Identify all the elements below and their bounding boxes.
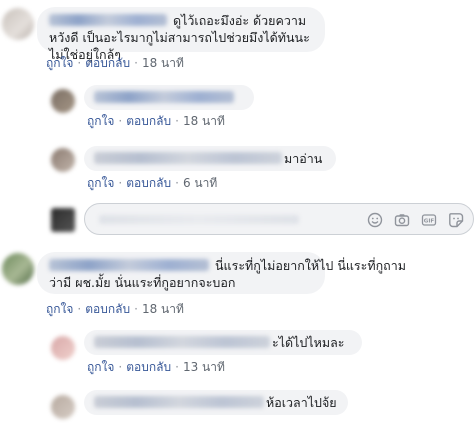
commenter-name[interactable] <box>94 396 264 408</box>
reply-composer[interactable]: GIF <box>84 203 474 235</box>
svg-text:GIF: GIF <box>424 219 435 225</box>
like-button[interactable]: ถูกใจ <box>46 56 73 70</box>
comment-text-line2: ว่ามี ผช.มั้ย นั่นแระที่กูอยากจะบอก <box>49 275 236 290</box>
reply-button[interactable]: ตอบกลับ <box>126 114 171 128</box>
avatar[interactable] <box>2 8 34 40</box>
avatar[interactable] <box>51 395 75 419</box>
avatar <box>51 208 75 232</box>
reply-text: ะได้ไปไหมละ <box>272 335 345 350</box>
reply-text: มาอ่าน <box>284 151 323 166</box>
commenter-name[interactable] <box>49 259 209 271</box>
avatar[interactable] <box>51 148 75 172</box>
sticker-icon[interactable] <box>448 212 464 228</box>
timestamp[interactable]: 18 นาที <box>142 302 184 316</box>
commenter-name[interactable] <box>94 91 234 103</box>
reply-input[interactable] <box>97 210 351 230</box>
commenter-name[interactable] <box>94 336 270 348</box>
like-button[interactable]: ถูกใจ <box>87 360 114 374</box>
timestamp[interactable]: 18 นาที <box>183 114 225 128</box>
comment-text: นี่แระที่กูไม่อยากให้ไป นี่แระที่กูถาม <box>215 258 406 273</box>
avatar[interactable] <box>51 89 75 113</box>
reply-bubble: ะได้ไปไหมละ <box>84 330 362 355</box>
comment-bubble: ดูไว้เถอะมึงอ่ะ ด้วยความหวังดี เป็นอะไรม… <box>37 7 325 62</box>
reply-actions: ถูกใจ · ตอบกลับ · 18 นาที <box>87 114 225 128</box>
timestamp[interactable]: 13 นาที <box>183 360 225 374</box>
reply-button[interactable]: ตอบกลับ <box>126 176 171 190</box>
camera-icon[interactable] <box>394 212 410 228</box>
timestamp[interactable]: 18 นาที <box>142 56 184 70</box>
timestamp[interactable]: 6 นาที <box>183 176 217 190</box>
reply-bubble: มาอ่าน <box>84 146 336 171</box>
reply-actions: ถูกใจ · ตอบกลับ · 6 นาที <box>87 176 218 190</box>
reply-button[interactable]: ตอบกลับ <box>85 56 130 70</box>
commenter-name[interactable] <box>49 14 167 26</box>
reply-button[interactable]: ตอบกลับ <box>85 302 130 316</box>
avatar[interactable] <box>51 336 75 360</box>
avatar[interactable] <box>2 253 34 285</box>
like-button[interactable]: ถูกใจ <box>87 114 114 128</box>
emoji-icon[interactable] <box>367 212 383 228</box>
reply-button[interactable]: ตอบกลับ <box>126 360 171 374</box>
like-button[interactable]: ถูกใจ <box>87 176 114 190</box>
comment-bubble: นี่แระที่กูไม่อยากให้ไป นี่แระที่กูถาม ว… <box>37 252 406 294</box>
commenter-name[interactable] <box>94 152 282 164</box>
reply-text: ห้อเวลาไปจ้ย <box>266 395 337 410</box>
comment-actions: ถูกใจ · ตอบกลับ · 18 นาที <box>46 56 184 70</box>
reply-actions: ถูกใจ · ตอบกลับ · 13 นาที <box>87 360 225 374</box>
like-button[interactable]: ถูกใจ <box>46 302 73 316</box>
comment-actions: ถูกใจ · ตอบกลับ · 18 นาที <box>46 302 184 316</box>
reply-bubble: ห้อเวลาไปจ้ย <box>84 390 348 415</box>
gif-icon[interactable]: GIF <box>421 212 437 228</box>
reply-bubble <box>84 85 254 110</box>
